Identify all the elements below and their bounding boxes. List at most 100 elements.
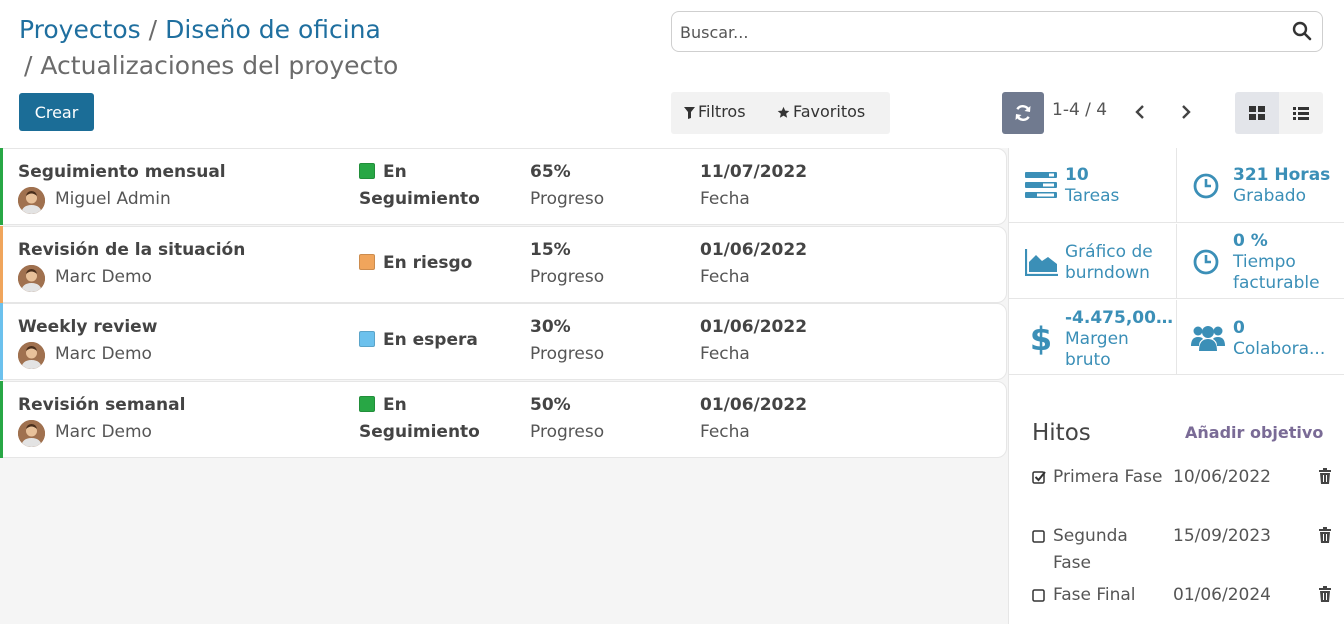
status-label: En riesgo	[383, 252, 473, 273]
author-name: Marc Demo	[55, 266, 152, 287]
status-label: En Seguimiento	[359, 394, 480, 442]
breadcrumb-current: Actualizaciones del proyecto	[40, 51, 399, 80]
milestone-name[interactable]: Primera Fase	[1053, 464, 1163, 491]
update-title: Weekly review	[18, 317, 158, 337]
stat-hours-value: 321 Horas	[1233, 165, 1331, 185]
search-bar	[671, 11, 1323, 52]
milestone-name[interactable]: Segunda Fase	[1053, 523, 1163, 577]
update-title: Revisión de la situación	[18, 239, 246, 260]
breadcrumb-project-link[interactable]: Diseño de oficina	[165, 15, 381, 44]
author-name: Marc Demo	[55, 421, 152, 442]
control-panel: Proyectos / Diseño de oficina / Actualiz…	[0, 0, 1344, 148]
search-icon[interactable]	[1292, 21, 1312, 41]
avatar	[18, 419, 45, 447]
stat-margin-button[interactable]: $ -4.475,00... Margen bruto	[1009, 300, 1176, 375]
refresh-button[interactable]	[1002, 92, 1044, 134]
users-icon	[1191, 326, 1225, 351]
breadcrumb-projects-link[interactable]: Proyectos	[19, 15, 141, 44]
stat-burndown-label: Gráfico de burndown	[1065, 242, 1153, 283]
update-card[interactable]: Seguimiento mensual Miguel Admin En Seguim…	[0, 148, 1007, 225]
tasks-icon	[1025, 172, 1057, 198]
list-view-button[interactable]	[1279, 92, 1323, 134]
date-value: 01/06/2022	[700, 239, 808, 260]
pager-value[interactable]: 1-4 / 4	[1052, 100, 1107, 120]
chevron-left-icon	[1135, 105, 1144, 119]
kanban-icon	[1249, 106, 1265, 120]
status-color-square	[359, 163, 375, 179]
stat-tasks-button[interactable]: 10 Tareas	[1009, 148, 1176, 223]
date-label: Fecha	[700, 421, 750, 442]
milestone-date[interactable]: 15/09/2023	[1173, 523, 1271, 550]
search-input[interactable]	[680, 20, 1280, 44]
stat-collaborators-button[interactable]: 0 Colabora...	[1176, 300, 1344, 375]
status-color-bar	[0, 225, 3, 303]
date-value: 01/06/2022	[700, 394, 808, 415]
favorites-label: Favoritos	[793, 102, 866, 121]
filters-dropdown[interactable]: Filtros	[684, 102, 746, 121]
refresh-icon	[1015, 105, 1031, 121]
updates-list: Seguimiento mensual Miguel Admin En Seguim…	[0, 148, 1008, 624]
update-title: Seguimiento mensual	[18, 162, 226, 182]
update-card[interactable]: Revisión semanal Marc Demo En Seguimiento 5…	[0, 380, 1007, 458]
update-card[interactable]: Revisión de la situación Marc Demo En ries…	[0, 225, 1007, 303]
avatar	[18, 264, 45, 292]
checkbox-unchecked-icon[interactable]	[1032, 588, 1046, 602]
favorites-dropdown[interactable]: Favoritos	[777, 102, 865, 121]
clock-icon	[1193, 173, 1219, 199]
status-color-square	[359, 331, 375, 347]
stat-burndown-button[interactable]: Gráfico de burndown	[1009, 224, 1176, 299]
milestone-date[interactable]: 01/06/2024	[1173, 582, 1271, 609]
trash-icon[interactable]	[1318, 468, 1332, 484]
progress-value: 65%	[530, 162, 571, 182]
stat-margin-value: -4.475,00...	[1065, 308, 1173, 328]
stat-collaborators-label: Colabora...	[1233, 339, 1326, 359]
checkbox-unchecked-icon[interactable]	[1032, 529, 1046, 543]
milestone-row: Primera Fase 10/06/2022	[1032, 467, 1332, 518]
progress-label: Progreso	[530, 266, 605, 287]
checkbox-checked-icon[interactable]	[1032, 470, 1046, 484]
breadcrumb: Proyectos / Diseño de oficina / Actualiz…	[19, 12, 659, 80]
add-milestone-link[interactable]: Añadir objetivo	[1185, 423, 1323, 442]
milestone-row: Segunda Fase 15/09/2023	[1032, 526, 1332, 577]
stat-tasks-value: 10	[1065, 165, 1089, 185]
stat-hours-button[interactable]: 321 Horas Grabado	[1176, 148, 1344, 223]
avatar	[18, 342, 45, 369]
status-badge: En Seguimiento	[359, 392, 509, 446]
pager-next-button[interactable]	[1174, 100, 1196, 124]
pager-previous-button[interactable]	[1130, 100, 1152, 124]
stat-collaborators-value: 0	[1233, 318, 1245, 338]
update-title: Revisión semanal	[18, 394, 186, 415]
milestone-date[interactable]: 10/06/2022	[1173, 464, 1271, 491]
area-chart-icon	[1025, 249, 1058, 276]
status-badge: En riesgo	[359, 250, 509, 277]
update-card[interactable]: Weekly review Marc Demo En espera 30% Progre…	[0, 303, 1007, 380]
progress-label: Progreso	[530, 344, 605, 364]
progress-label: Progreso	[530, 421, 605, 442]
milestone-name[interactable]: Fase Final	[1053, 582, 1163, 609]
stat-billable-label: Tiempo facturable	[1233, 252, 1320, 293]
avatar	[18, 187, 45, 214]
right-panel: 10 Tareas 321 Horas Grabado Gráfico de b…	[1008, 148, 1344, 624]
create-button[interactable]: Crear	[19, 93, 94, 131]
breadcrumb-separator: /	[148, 15, 158, 44]
svg-text:$: $	[1031, 320, 1051, 356]
status-label: En Seguimiento	[359, 162, 480, 209]
breadcrumb-separator: /	[24, 51, 33, 80]
author-name: Miguel Admin	[55, 189, 171, 209]
progress-label: Progreso	[530, 189, 605, 209]
progress-value: 30%	[530, 317, 571, 337]
stat-billable-button[interactable]: 0 % Tiempo facturable	[1176, 224, 1344, 299]
kanban-view-button[interactable]	[1235, 92, 1279, 134]
status-color-bar	[0, 380, 3, 458]
filter-bar: Filtros Favoritos	[671, 92, 890, 134]
star-icon	[777, 106, 790, 118]
date-label: Fecha	[700, 344, 750, 364]
trash-icon[interactable]	[1318, 527, 1332, 543]
author-name: Marc Demo	[55, 344, 152, 364]
trash-icon[interactable]	[1318, 586, 1332, 602]
stat-hours-label: Grabado	[1233, 186, 1306, 206]
status-color-square	[359, 395, 375, 412]
milestone-row: Fase Final 01/06/2024	[1032, 585, 1332, 624]
date-label: Fecha	[700, 266, 750, 287]
date-value: 01/06/2022	[700, 317, 808, 337]
